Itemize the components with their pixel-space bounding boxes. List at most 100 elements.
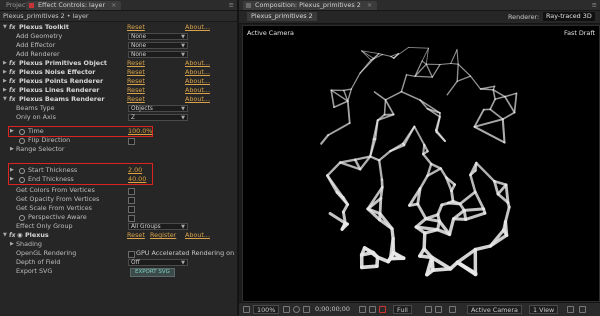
beam-line [460,192,475,204]
opacity-from-vertices-label: Get Opacity From Vertices [16,195,99,204]
camera-select[interactable]: Active Camera [467,305,522,314]
export-svg-button[interactable]: EXPORT SVG [130,268,175,277]
noise-effector-row[interactable]: ▶ fx Plexus Noise Effector Reset About..… [0,68,237,77]
about-link[interactable]: About... [185,59,210,68]
stopwatch-icon[interactable] [19,168,25,174]
expand-triangle-icon[interactable]: ▶ [10,145,14,154]
shading-label: Shading [16,240,42,249]
gpu-rendering-checkbox[interactable] [128,251,135,258]
beam-line [334,101,348,107]
always-preview-icon[interactable] [243,306,250,313]
add-effector-select[interactable]: None▼ [128,42,188,49]
fast-previews-icon[interactable] [579,306,586,313]
stopwatch-icon[interactable] [19,215,25,221]
tab-composition[interactable]: Composition: Plexus_primitives 2 × [243,1,377,10]
about-link[interactable]: About... [185,77,210,86]
close-icon[interactable]: × [111,1,116,9]
show-snapshot-icon[interactable] [369,306,376,313]
stopwatch-icon[interactable] [19,129,25,135]
camera-snapshot-icon[interactable] [303,306,310,313]
fx-icon[interactable]: fx [9,68,15,77]
depth-of-field-label: Depth of Field [16,258,60,267]
about-link[interactable]: About... [185,231,210,240]
start-thickness-value[interactable]: 2.00 [128,166,142,175]
fx-icon[interactable]: fx [9,86,15,95]
reset-link[interactable]: Reset [127,68,145,77]
end-thickness-value[interactable]: 40.00 [128,175,146,184]
zoom-select[interactable]: 100% [253,305,279,314]
fx-icon[interactable]: fx [9,231,15,240]
reset-link[interactable]: Reset [127,23,145,32]
snapshot-icon[interactable] [359,306,366,313]
perspective-aware-checkbox[interactable] [128,215,135,222]
beam-line [375,92,386,100]
register-link[interactable]: Register [150,231,176,240]
beam-line [362,266,377,267]
opacity-from-vertices-checkbox[interactable] [128,197,135,204]
expand-triangle-icon[interactable]: ▶ [3,59,7,68]
fx-icon[interactable]: fx [9,77,15,86]
close-icon[interactable]: × [367,1,372,9]
draft-3d-icon[interactable] [449,306,456,313]
range-selector-row[interactable]: ▶ Range Selector [0,145,237,154]
reset-link[interactable]: Reset [127,77,145,86]
primitives-object-row[interactable]: ▶ fx Plexus Primitives Object Reset Abou… [0,59,237,68]
expand-triangle-icon[interactable]: ▶ [3,68,7,77]
transparency-grid-icon[interactable] [435,306,442,313]
mask-icon[interactable] [293,306,300,313]
add-geometry-select[interactable]: None▼ [128,33,188,40]
stopwatch-icon[interactable] [19,138,25,144]
stopwatch-icon[interactable] [19,177,25,183]
about-link[interactable]: About... [185,86,210,95]
collapse-triangle-icon[interactable]: ▼ [3,95,7,104]
expand-triangle-icon[interactable]: ▶ [10,127,14,136]
expand-triangle-icon[interactable]: ▶ [10,166,14,175]
chevron-down-icon: ▼ [181,106,185,113]
reset-link[interactable]: Reset [127,59,145,68]
collapse-triangle-icon[interactable]: ▼ [3,231,7,240]
toggle-pixel-aspect-icon[interactable] [567,306,574,313]
color-channel-icon[interactable] [379,306,386,313]
shading-row[interactable]: ▶ Shading [0,240,237,249]
about-link[interactable]: About... [185,68,210,77]
expand-triangle-icon[interactable]: ▶ [3,77,7,86]
scale-from-vertices-checkbox[interactable] [128,206,135,213]
beam-line [423,154,431,164]
reset-link[interactable]: Reset [127,231,145,240]
comp-subtab[interactable]: Plexus_primitives 2 [247,12,317,21]
colors-from-vertices-checkbox[interactable] [128,188,135,195]
depth-of-field-select[interactable]: Off▼ [128,259,188,266]
effect-only-group-select[interactable]: All Groups▼ [128,223,188,230]
about-link[interactable]: About... [185,95,210,104]
reset-link[interactable]: Reset [127,86,145,95]
reset-link[interactable]: Reset [127,95,145,104]
points-renderer-row[interactable]: ▶ fx Plexus Points Renderer Reset About.… [0,77,237,86]
expand-triangle-icon[interactable]: ▶ [3,86,7,95]
flip-direction-checkbox[interactable] [128,138,135,145]
lines-renderer-row[interactable]: ▶ fx Plexus Lines Renderer Reset About..… [0,86,237,95]
panel-menu-icon[interactable]: ≡ [592,1,597,9]
expand-triangle-icon[interactable]: ▶ [10,240,14,249]
view-layout-select[interactable]: 1 View [529,305,558,314]
resolution-select[interactable]: Full [393,305,412,314]
expand-triangle-icon[interactable]: ▶ [10,175,14,184]
renderer-value[interactable]: Ray-traced 3D [543,12,595,21]
toolkit-row[interactable]: ▼ fx Plexus Toolkit Reset About... [0,23,237,32]
fx-icon[interactable]: fx [9,95,15,104]
plexus-row[interactable]: ▼ fx ◉ Plexus Reset Register About... [0,231,237,240]
comp-viewer[interactable]: Active Camera Fast Draft [242,25,600,302]
about-link[interactable]: About... [185,23,210,32]
collapse-triangle-icon[interactable]: ▼ [3,23,7,32]
timecode[interactable]: 0;00;00;00 [315,305,350,314]
time-value[interactable]: 100.0% [128,127,152,136]
add-renderer-select[interactable]: None▼ [128,51,188,58]
region-of-interest-icon[interactable] [425,306,432,313]
panel-menu-icon[interactable]: ≡ [229,1,234,9]
grid-icon[interactable] [283,306,290,313]
fx-icon[interactable]: fx [9,59,15,68]
beams-type-select[interactable]: Objects▼ [128,105,188,112]
only-on-axis-select[interactable]: Z▼ [128,114,188,121]
tab-effect-controls[interactable]: Effect Controls: layer × [26,1,121,10]
beams-renderer-row[interactable]: ▼ fx Plexus Beams Renderer Reset About..… [0,95,237,104]
fx-icon[interactable]: fx [9,23,15,32]
